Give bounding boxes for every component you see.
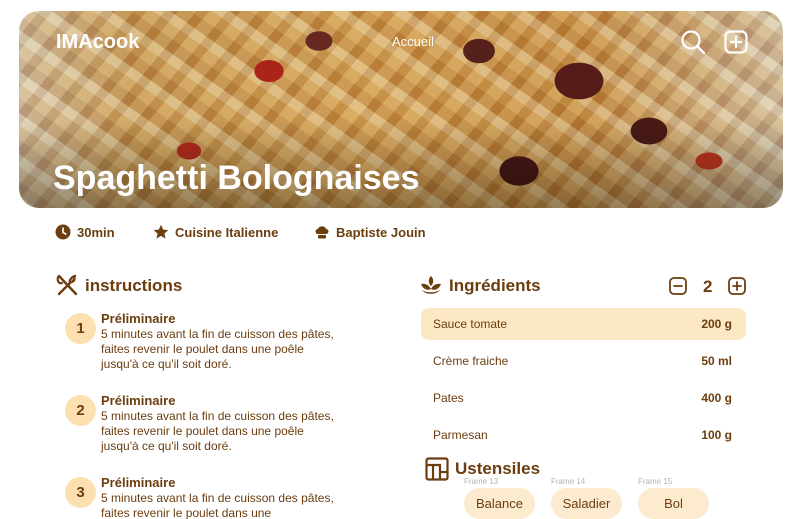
star-icon	[153, 224, 169, 239]
ingredient-row[interactable]: Parmesan 100 g	[421, 419, 746, 451]
cabinet-icon	[425, 457, 449, 481]
app-logo[interactable]: IMAcook	[56, 31, 139, 54]
ingredient-qty: 100 g	[701, 428, 732, 442]
ingredient-name: Crème fraiche	[433, 354, 509, 368]
ingredient-row[interactable]: Crème fraiche 50 ml	[421, 345, 746, 377]
meta-time: 30min	[55, 224, 115, 240]
step-text: 5 minutes avant la fin de cuisson des pâ…	[101, 491, 334, 519]
utensil-chip[interactable]: Bol	[638, 488, 709, 519]
step-title: Préliminaire	[101, 311, 176, 326]
instructions-heading: instructions	[55, 274, 182, 298]
chef-hat-icon	[315, 226, 329, 239]
instruction-step: 1 Préliminaire 5 minutes avant la fin de…	[65, 311, 345, 373]
leaf-icon	[421, 276, 441, 294]
step-title: Préliminaire	[101, 477, 176, 490]
ingredient-row[interactable]: Pates 400 g	[421, 382, 746, 414]
utensil-chip[interactable]: Balance	[464, 488, 535, 519]
hero-banner: IMAcook Accueil Spaghetti Bolognaises	[19, 11, 783, 208]
step-number-badge: 3	[65, 477, 96, 508]
clock-icon	[55, 224, 71, 240]
ingredient-row[interactable]: Sauce tomate 200 g	[421, 308, 746, 340]
frame-label: Frame 15	[638, 477, 673, 486]
frame-label: Frame 14	[551, 477, 586, 486]
ingredient-qty: 400 g	[701, 391, 732, 405]
step-title: Préliminaire	[101, 393, 176, 408]
ingredient-qty: 50 ml	[701, 354, 732, 368]
utensils-icon	[56, 274, 78, 296]
increase-servings-button[interactable]	[728, 277, 746, 295]
instruction-step: 3 Préliminaire 5 minutes avant la fin de…	[65, 477, 345, 519]
meta-cuisine-label: Cuisine Italienne	[175, 224, 279, 240]
ingredient-name: Pates	[433, 391, 464, 405]
instruction-step: 2 Préliminaire 5 minutes avant la fin de…	[65, 393, 345, 455]
servings-count: 2	[703, 277, 713, 296]
ingredients-title: Ingrédients	[449, 276, 541, 295]
ingredient-name: Sauce tomate	[433, 317, 508, 331]
meta-cuisine: Cuisine Italienne	[153, 224, 278, 240]
instructions-title: instructions	[85, 276, 183, 295]
meta-author: Baptiste Jouin	[314, 224, 426, 240]
frame-label: Frame 13	[464, 477, 499, 486]
add-square-icon[interactable]	[724, 30, 748, 54]
decrease-servings-button[interactable]	[669, 277, 687, 295]
step-number-badge: 1	[65, 313, 96, 344]
ingredient-name: Parmesan	[433, 428, 488, 442]
search-icon[interactable]	[680, 29, 706, 55]
ingredients-heading: Ingrédients	[419, 274, 541, 298]
utensil-chip[interactable]: Saladier	[551, 488, 622, 519]
recipe-title: Spaghetti Bolognaises	[53, 159, 420, 197]
meta-author-label: Baptiste Jouin	[336, 224, 426, 240]
ingredient-qty: 200 g	[701, 317, 732, 331]
step-number-badge: 2	[65, 395, 96, 426]
step-text: 5 minutes avant la fin de cuisson des pâ…	[101, 327, 334, 371]
utensils-title: Ustensiles	[455, 459, 541, 478]
meta-time-label: 30min	[77, 224, 115, 240]
step-text: 5 minutes avant la fin de cuisson des pâ…	[101, 409, 334, 453]
nav-link-home[interactable]: Accueil	[392, 34, 434, 49]
